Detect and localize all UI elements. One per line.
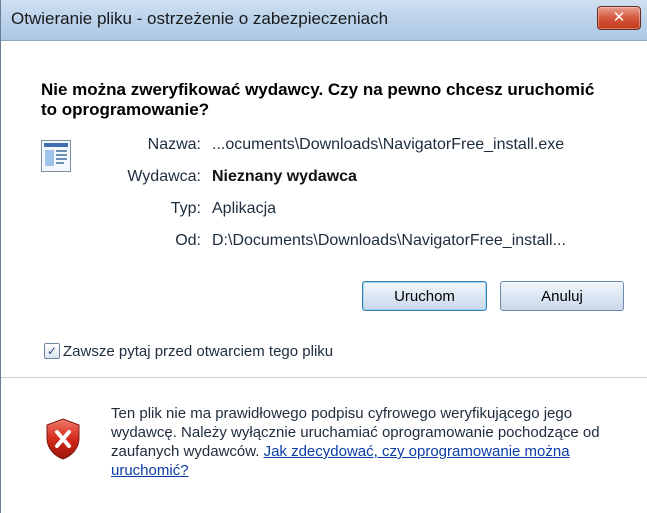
window-title: Otwieranie pliku - ostrzeżenie o zabezpi… — [11, 9, 389, 28]
red-shield-x-icon — [46, 418, 80, 460]
cancel-button[interactable]: Anuluj — [500, 281, 624, 311]
name-value: ...ocuments\Downloads\NavigatorFree_inst… — [212, 136, 565, 153]
always-ask-label[interactable]: Zawsze pytaj przed otwarciem tego pliku — [63, 343, 333, 360]
checkmark-icon: ✓ — [46, 344, 58, 358]
name-label: Nazwa: — [147, 136, 201, 153]
publisher-label: Wydawca: — [127, 168, 201, 185]
run-button[interactable]: Uruchom — [362, 281, 487, 311]
from-value: D:\Documents\Downloads\NavigatorFree_ins… — [212, 232, 566, 249]
type-value: Aplikacja — [212, 200, 277, 217]
warning-heading: Nie można zweryfikować wydawcy. Czy na p… — [41, 80, 595, 119]
type-label: Typ: — [170, 200, 201, 217]
application-file-icon — [41, 140, 71, 172]
close-button[interactable]: ✕ — [597, 6, 641, 30]
security-warning-dialog: Otwieranie pliku - ostrzeżenie o zabezpi… — [0, 0, 647, 513]
title-bar[interactable]: Otwieranie pliku - ostrzeżenie o zabezpi… — [1, 0, 647, 41]
close-icon: ✕ — [612, 8, 626, 26]
warning-message: Ten plik nie ma prawidłowego podpisu cyf… — [111, 404, 616, 480]
publisher-value: Nieznany wydawca — [212, 168, 357, 185]
always-ask-checkbox[interactable]: ✓ — [44, 343, 60, 359]
from-label: Od: — [175, 232, 201, 249]
